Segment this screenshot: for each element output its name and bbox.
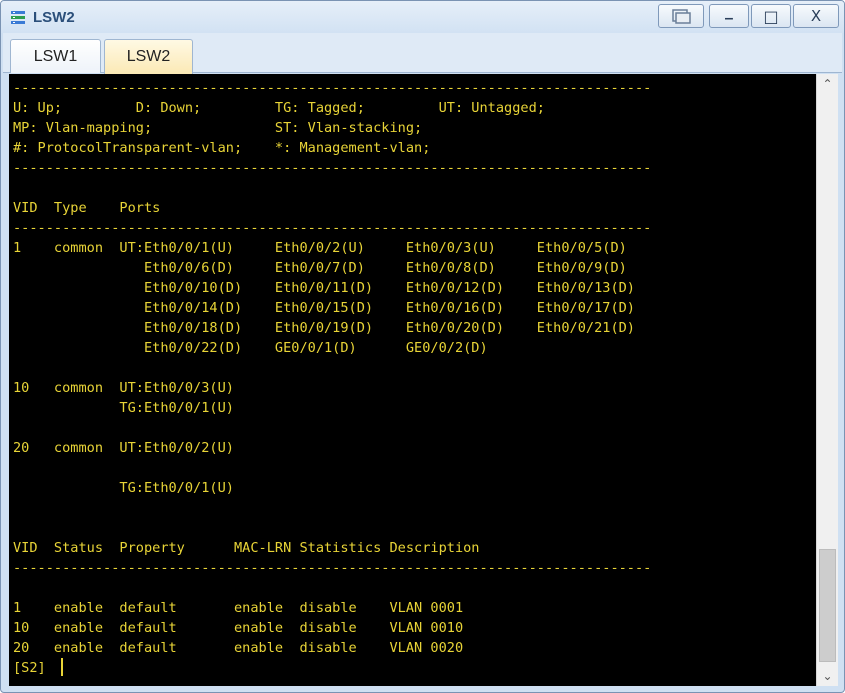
minimize-icon: –: [724, 10, 734, 27]
terminal-line: Eth0/0/22(D) GE0/0/1(D) GE0/0/2(D): [13, 340, 488, 356]
terminal-line: U: Up; D: Down; TG: Tagged; UT: Untagged…: [13, 100, 545, 116]
close-icon: X: [810, 7, 822, 25]
minimize-button[interactable]: –: [709, 4, 749, 28]
close-button[interactable]: X: [793, 4, 839, 28]
terminal-line: TG:Eth0/0/1(U): [13, 480, 234, 496]
tab-lsw2[interactable]: LSW2: [104, 39, 193, 74]
terminal-line: Eth0/0/6(D) Eth0/0/7(D) Eth0/0/8(D) Eth0…: [13, 260, 627, 276]
terminal-line: Eth0/0/14(D) Eth0/0/15(D) Eth0/0/16(D) E…: [13, 300, 635, 316]
terminal-line: TG:Eth0/0/1(U): [13, 400, 234, 416]
terminal-line: 20 common UT:Eth0/0/2(U): [13, 440, 234, 456]
window-title: LSW2: [33, 9, 75, 26]
scroll-up-arrow-icon[interactable]: ⌃: [817, 74, 838, 94]
terminal-line: Eth0/0/10(D) Eth0/0/11(D) Eth0/0/12(D) E…: [13, 280, 635, 296]
terminal-line: 1 enable default enable disable VLAN 000…: [13, 600, 464, 616]
tab-lsw1[interactable]: LSW1: [10, 39, 101, 73]
vertical-scrollbar[interactable]: ⌃ ⌄: [816, 74, 838, 686]
terminal-window: LSW2 – □ X LSW1 LSW2 -------------------…: [0, 0, 845, 693]
terminal-line: MP: Vlan-mapping; ST: Vlan-stacking;: [13, 120, 423, 136]
terminal-line: Eth0/0/18(D) Eth0/0/19(D) Eth0/0/20(D) E…: [13, 320, 635, 336]
terminal-line: 10 common UT:Eth0/0/3(U): [13, 380, 234, 396]
title-bar[interactable]: LSW2 – □ X: [1, 1, 844, 33]
text-cursor: [61, 658, 63, 676]
terminal-line: 1 common UT:Eth0/0/1(U) Eth0/0/2(U) Eth0…: [13, 240, 627, 256]
terminal-line: 10 enable default enable disable VLAN 00…: [13, 620, 464, 636]
terminal-output[interactable]: ----------------------------------------…: [9, 74, 816, 686]
terminal-line: ----------------------------------------…: [13, 160, 652, 176]
terminal-line: 20 enable default enable disable VLAN 00…: [13, 640, 464, 656]
terminal-line: ----------------------------------------…: [13, 560, 652, 576]
scroll-thumb[interactable]: [819, 549, 836, 662]
terminal-line: VID Status Property MAC-LRN Statistics D…: [13, 540, 480, 556]
tab-bar: LSW1 LSW2: [3, 33, 842, 74]
terminal-line: ----------------------------------------…: [13, 220, 652, 236]
terminal-line: #: ProtocolTransparent-vlan; *: Manageme…: [13, 140, 431, 156]
scroll-down-arrow-icon[interactable]: ⌄: [817, 666, 838, 686]
maximize-icon: □: [763, 6, 779, 26]
maximize-button[interactable]: □: [751, 4, 791, 28]
switch-app-icon: [11, 11, 25, 24]
terminal-line: ----------------------------------------…: [13, 80, 652, 96]
terminal-line: [S2]: [13, 660, 46, 676]
terminal-line: VID Type Ports: [13, 200, 161, 216]
window-layout-icon: [672, 9, 691, 24]
restore-layout-button[interactable]: [658, 4, 704, 28]
